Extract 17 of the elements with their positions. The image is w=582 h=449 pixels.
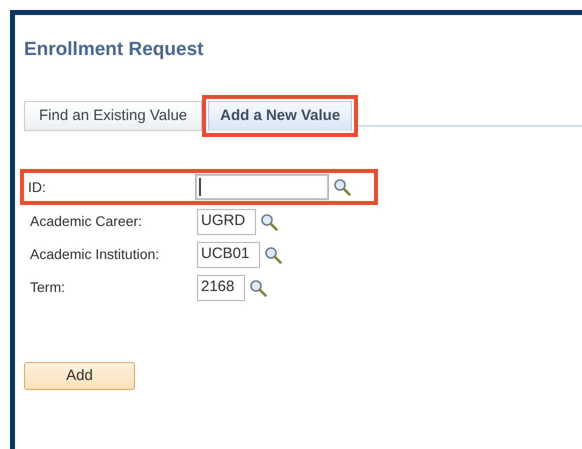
input-field[interactable]: UCB01 (197, 242, 260, 268)
search-icon[interactable] (260, 212, 278, 230)
search-icon[interactable] (249, 278, 268, 296)
input-field[interactable] (195, 174, 329, 200)
search-icon[interactable] (264, 246, 282, 264)
tab[interactable]: Find an Existing Value (24, 101, 202, 131)
text-cursor (199, 178, 201, 196)
field-label: Academic Institution: (30, 245, 160, 264)
page-title: Enrollment Request (24, 38, 204, 62)
tab[interactable]: Add a New Value (208, 101, 352, 131)
add-button[interactable]: Add (24, 362, 135, 390)
search-icon[interactable] (333, 178, 351, 196)
field-label: Term: (30, 278, 66, 297)
input-field[interactable]: UGRD (197, 208, 256, 234)
field-label: Academic Career: (30, 212, 144, 231)
input-field[interactable]: 2168 (197, 274, 246, 300)
field-label: ID: (28, 178, 47, 196)
